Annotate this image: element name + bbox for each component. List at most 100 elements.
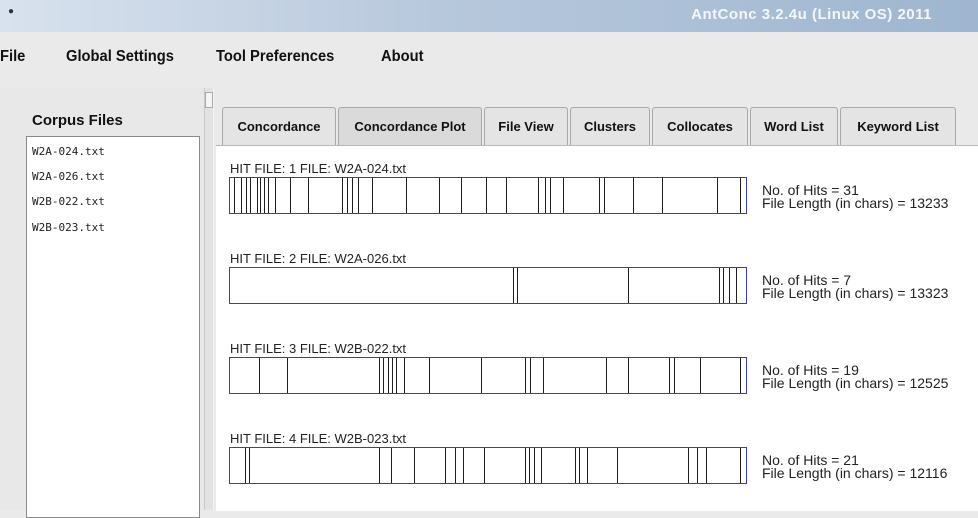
hit-marker[interactable] <box>506 178 507 213</box>
hit-marker[interactable] <box>358 178 359 213</box>
hit-marker[interactable] <box>587 448 588 483</box>
hit-marker[interactable] <box>463 448 464 483</box>
hit-marker[interactable] <box>264 178 265 213</box>
hit-marker[interactable] <box>245 448 246 483</box>
hit-marker[interactable] <box>391 448 392 483</box>
hit-marker[interactable] <box>740 178 741 213</box>
hit-marker[interactable] <box>633 178 634 213</box>
hit-marker[interactable] <box>396 358 397 393</box>
hit-marker[interactable] <box>342 178 343 213</box>
hit-marker[interactable] <box>379 358 380 393</box>
hit-marker[interactable] <box>372 178 373 213</box>
hit-marker[interactable] <box>517 268 518 303</box>
hit-marker[interactable] <box>599 178 600 213</box>
hit-marker[interactable] <box>249 448 250 483</box>
hit-marker[interactable] <box>290 178 291 213</box>
hit-marker[interactable] <box>606 358 607 393</box>
menu-global-settings[interactable]: Global Settings <box>66 48 174 66</box>
corpus-file-item[interactable]: W2B-023.txt <box>32 221 105 234</box>
plot-bar-3[interactable] <box>229 357 747 394</box>
hit-marker[interactable] <box>719 268 720 303</box>
splitter-grip-icon[interactable] <box>205 92 213 108</box>
plot-bar-4[interactable] <box>229 447 747 484</box>
hit-marker[interactable] <box>579 448 580 483</box>
hit-marker[interactable] <box>706 448 707 483</box>
hit-marker[interactable] <box>461 178 462 213</box>
tab-concordance-plot[interactable]: Concordance Plot <box>338 107 482 145</box>
hit-marker[interactable] <box>383 358 384 393</box>
hit-marker[interactable] <box>563 178 564 213</box>
hit-marker[interactable] <box>525 358 526 393</box>
hit-marker[interactable] <box>275 178 276 213</box>
hit-marker[interactable] <box>541 448 542 483</box>
panel-splitter[interactable] <box>204 88 214 510</box>
hit-marker[interactable] <box>723 268 724 303</box>
hit-marker[interactable] <box>697 448 698 483</box>
hit-marker[interactable] <box>617 448 618 483</box>
hit-marker[interactable] <box>525 448 526 483</box>
hit-marker[interactable] <box>486 178 487 213</box>
hit-marker[interactable] <box>534 448 535 483</box>
hit-marker[interactable] <box>379 448 380 483</box>
hit-marker[interactable] <box>406 178 407 213</box>
hit-marker[interactable] <box>662 178 663 213</box>
hit-marker[interactable] <box>260 178 261 213</box>
hit-marker[interactable] <box>529 448 530 483</box>
hit-marker[interactable] <box>259 358 260 393</box>
hit-marker[interactable] <box>246 178 247 213</box>
hit-marker[interactable] <box>543 358 544 393</box>
hit-marker[interactable] <box>740 448 741 483</box>
hit-marker[interactable] <box>257 178 258 213</box>
hit-marker[interactable] <box>287 358 288 393</box>
hit-marker[interactable] <box>484 448 485 483</box>
window-menu-icon[interactable]: ● <box>8 6 14 17</box>
corpus-file-list[interactable]: W2A-024.txt W2A-026.txt W2B-022.txt W2B-… <box>26 136 200 518</box>
menu-tool-preferences[interactable]: Tool Preferences <box>216 48 334 66</box>
corpus-file-item[interactable]: W2B-022.txt <box>32 195 105 208</box>
hit-marker[interactable] <box>628 268 629 303</box>
hit-marker[interactable] <box>674 358 675 393</box>
hit-marker[interactable] <box>700 358 701 393</box>
hit-marker[interactable] <box>352 178 353 213</box>
hit-marker[interactable] <box>628 358 629 393</box>
hit-marker[interactable] <box>530 358 531 393</box>
hit-marker[interactable] <box>347 178 348 213</box>
hit-marker[interactable] <box>439 178 440 213</box>
hit-marker[interactable] <box>241 178 242 213</box>
hit-marker[interactable] <box>575 448 576 483</box>
plot-bar-1[interactable] <box>229 177 747 214</box>
menu-about[interactable]: About <box>381 48 424 66</box>
tab-concordance[interactable]: Concordance <box>222 107 336 145</box>
hit-marker[interactable] <box>445 448 446 483</box>
hit-marker[interactable] <box>481 358 482 393</box>
hit-marker[interactable] <box>717 178 718 213</box>
hit-marker[interactable] <box>740 358 741 393</box>
menu-file[interactable]: File <box>0 48 25 66</box>
tab-file-view[interactable]: File View <box>484 107 568 145</box>
tab-word-list[interactable]: Word List <box>750 107 838 145</box>
hit-marker[interactable] <box>604 178 605 213</box>
hit-marker[interactable] <box>388 358 389 393</box>
tab-keyword-list[interactable]: Keyword List <box>840 107 956 145</box>
tab-clusters[interactable]: Clusters <box>570 107 650 145</box>
corpus-file-item[interactable]: W2A-026.txt <box>32 170 105 183</box>
plot-bar-2[interactable] <box>229 267 747 304</box>
hit-marker[interactable] <box>455 448 456 483</box>
hit-marker[interactable] <box>550 178 551 213</box>
hit-marker[interactable] <box>545 178 546 213</box>
hit-marker[interactable] <box>234 178 235 213</box>
hit-marker[interactable] <box>414 448 415 483</box>
hit-marker[interactable] <box>429 358 430 393</box>
hit-marker[interactable] <box>392 358 393 393</box>
tab-collocates[interactable]: Collocates <box>652 107 748 145</box>
hit-marker[interactable] <box>308 178 309 213</box>
hit-marker[interactable] <box>404 358 405 393</box>
hit-marker[interactable] <box>250 178 251 213</box>
hit-marker[interactable] <box>736 268 737 303</box>
hit-marker[interactable] <box>268 178 269 213</box>
hit-marker[interactable] <box>729 268 730 303</box>
hit-marker[interactable] <box>669 358 670 393</box>
hit-marker[interactable] <box>513 268 514 303</box>
hit-marker[interactable] <box>688 448 689 483</box>
hit-marker[interactable] <box>538 178 539 213</box>
